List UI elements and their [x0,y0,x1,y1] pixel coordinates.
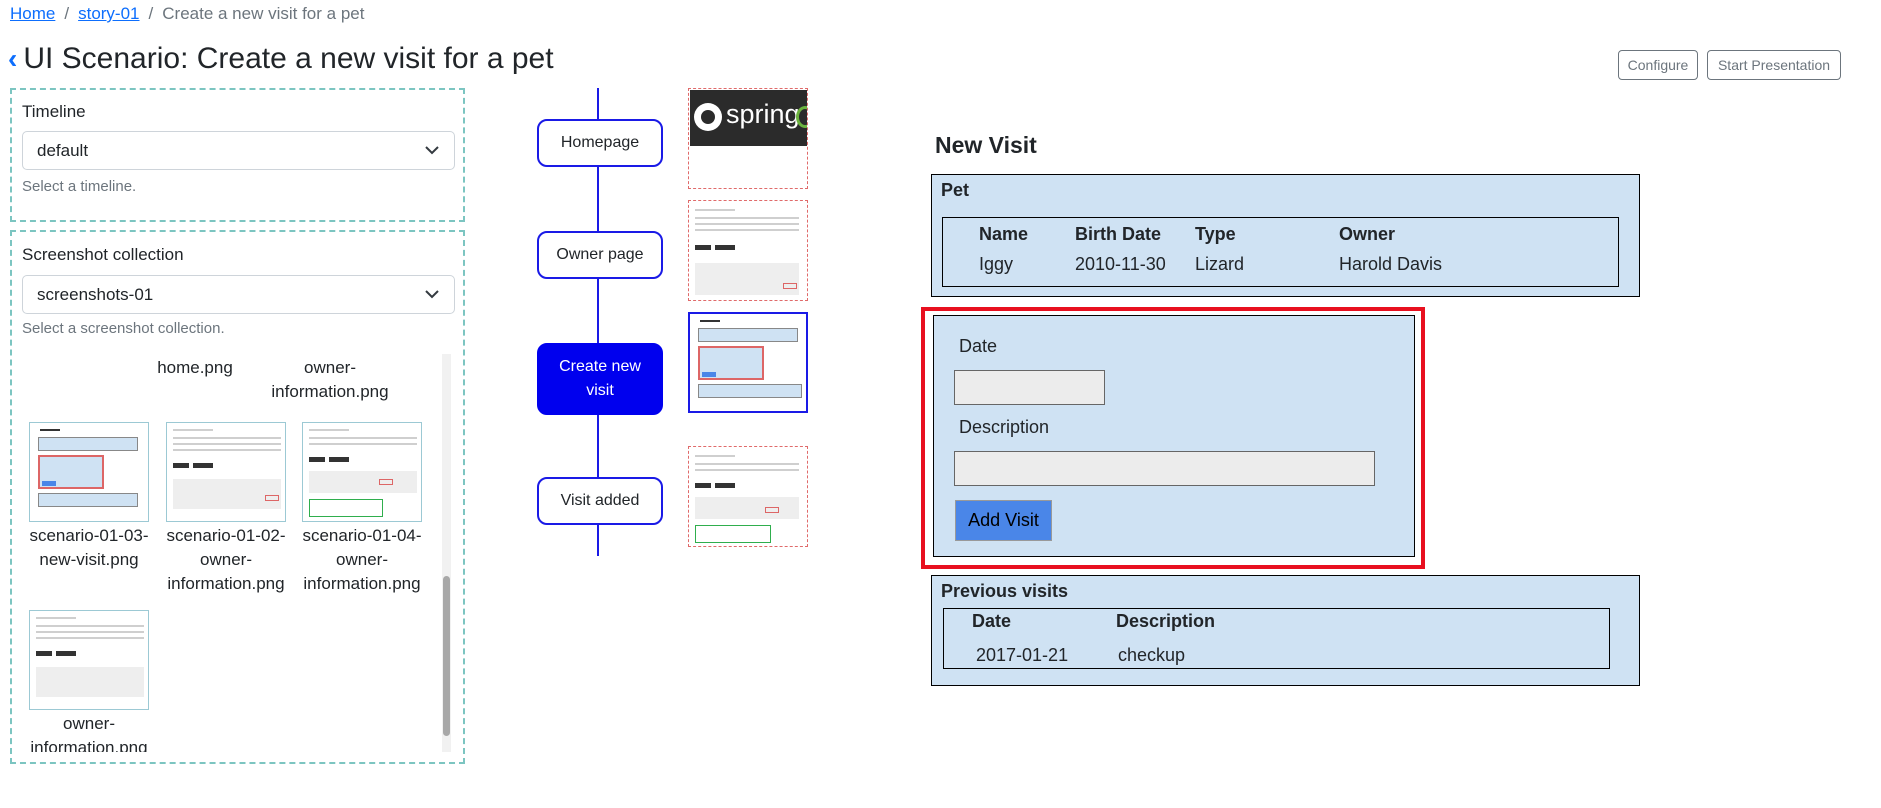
step-thumbnail-owner-page[interactable] [688,200,808,301]
chevron-down-icon [425,290,439,299]
collection-label: Screenshot collection [22,245,184,264]
breadcrumb-separator: / [148,4,154,23]
timeline-label: Timeline [22,102,86,121]
preview-form-box: Date Description Add Visit [933,315,1415,557]
pet-header-name: Name [979,224,1029,244]
page-title: ‹ UI Scenario: Create a new visit for a … [8,42,554,76]
screenshot-thumbnail[interactable] [302,422,422,522]
step-homepage[interactable]: Homepage [537,119,663,167]
configure-button[interactable]: Configure [1618,50,1698,80]
breadcrumb: Home / story-01 / Create a new visit for… [10,4,364,24]
page-title-text: UI Scenario: Create a new visit for a pe… [23,42,554,75]
step-visit-added[interactable]: Visit added [537,477,663,525]
pet-header-owner: Owner [1339,224,1396,244]
filename-label: owner- information.png [271,358,389,401]
breadcrumb-home-link[interactable]: Home [10,4,55,24]
start-presentation-button[interactable]: Start Presentation [1707,50,1841,80]
screenshot-thumbnail[interactable] [29,610,149,710]
back-chevron-icon[interactable]: ‹ [8,43,17,75]
collection-select[interactable]: screenshots-01 [22,275,455,314]
collection-help: Select a screenshot collection. [22,320,225,337]
pet-value-owner: Harold Davis [1339,254,1443,274]
step-thumbnail-homepage[interactable]: spring [688,88,808,189]
filename-label: home.png [157,358,233,377]
timeline-select[interactable]: default [22,131,455,170]
collection-select-value: screenshots-01 [37,285,154,304]
preview-previous-visits-table: Date Description 2017-01-21 checkup [943,608,1610,669]
step-create-new-visit[interactable]: Create new visit [537,343,663,415]
filename-label: owner- information.png [30,714,148,752]
prev-header-description: Description [1116,611,1216,631]
screenshot-gallery[interactable]: home.png owner- information.png scenario… [20,352,454,752]
prev-value-description: checkup [1118,645,1186,665]
filename-label: scenario-01-03- new-visit.png [29,526,149,569]
timeline-help: Select a timeline. [22,178,137,195]
preview-description-input[interactable] [954,451,1375,486]
preview-title: New Visit [935,132,1037,158]
preview-pet-label: Pet [941,180,970,200]
preview-add-visit-button[interactable]: Add Visit [955,500,1052,541]
spring-logo: spring [690,90,807,146]
filename-label: scenario-01-02- owner- information.png [166,526,286,593]
timeline-select-value: default [37,141,89,160]
timeline-panel: Timeline default Select a timeline. [10,88,465,222]
step-thumbnail-visit-added[interactable] [688,446,808,547]
screenshot-thumbnail[interactable] [29,422,149,522]
screenshot-thumbnail[interactable] [166,422,286,522]
filename-label: scenario-01-04- owner- information.png [302,526,422,593]
preview-date-label: Date [959,336,998,356]
gallery-scrollbar[interactable] [442,354,451,752]
preview-previous-visits-label: Previous visits [941,581,1069,601]
preview-description-label: Description [959,417,1050,437]
preview-date-input[interactable] [954,370,1105,405]
scrollbar-thumb[interactable] [443,576,450,736]
pet-header-birth-date: Birth Date [1075,224,1162,244]
breadcrumb-current: Create a new visit for a pet [162,4,365,23]
prev-header-date: Date [972,611,1012,631]
preview-pet-table: Name Birth Date Type Owner Iggy 2010-11-… [942,217,1619,287]
chevron-down-icon [425,146,439,155]
step-thumbnail-create-new-visit[interactable] [688,312,808,413]
pet-value-birth-date: 2010-11-30 [1075,254,1166,274]
preview-pet-box: Pet Name Birth Date Type Owner Iggy 2010… [931,174,1640,297]
step-owner-page[interactable]: Owner page [537,231,663,279]
pet-value-type: Lizard [1195,254,1245,274]
breadcrumb-separator: / [64,4,70,23]
pet-value-name: Iggy [979,254,1014,274]
prev-value-date: 2017-01-21 [976,645,1069,665]
preview-previous-visits-box: Previous visits Date Description 2017-01… [931,575,1640,686]
breadcrumb-story-link[interactable]: story-01 [78,4,139,24]
pet-header-type: Type [1195,224,1236,244]
